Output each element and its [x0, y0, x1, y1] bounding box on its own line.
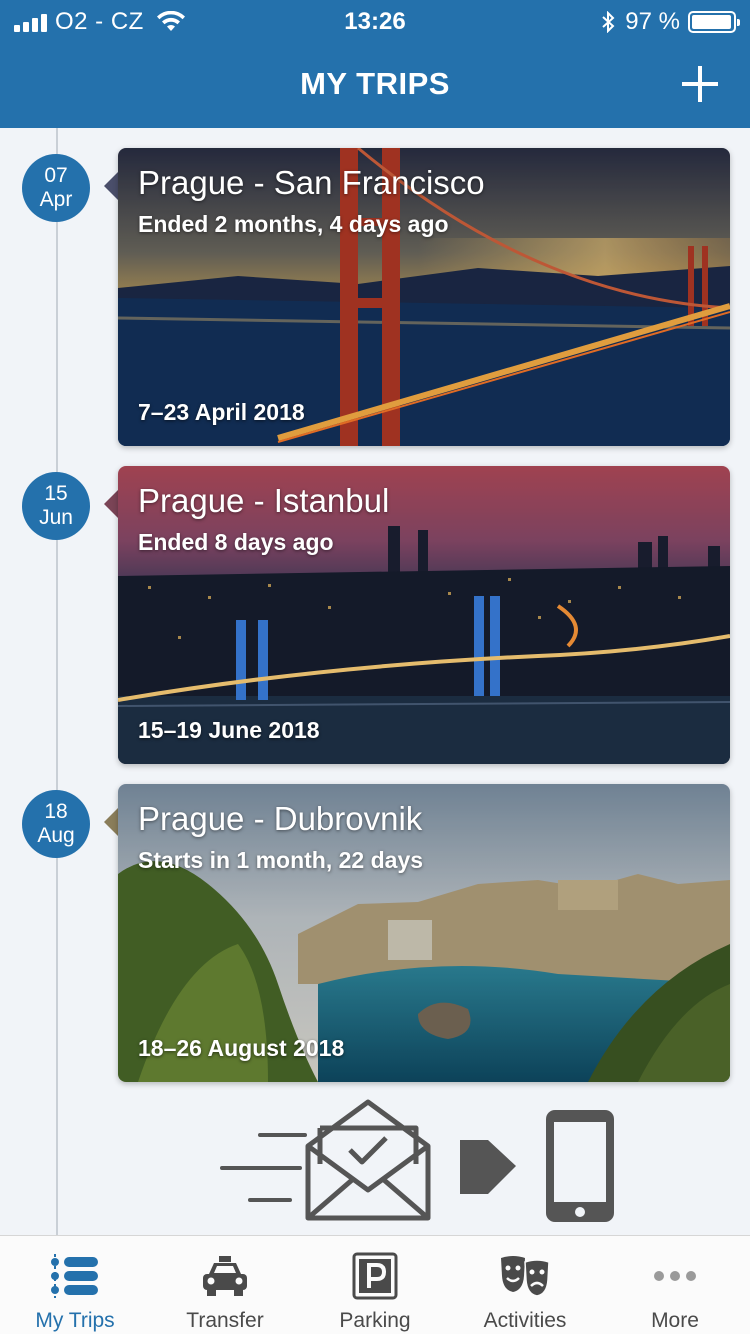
trip-title: Prague - Istanbul [138, 482, 390, 519]
status-bar: O2 - CZ 13:26 97 % [0, 0, 750, 40]
parking-icon [352, 1252, 398, 1300]
forward-email-illustration [220, 1099, 614, 1222]
status-right: 97 % [601, 8, 740, 36]
arrow-right-icon [460, 1140, 516, 1194]
tab-transfer[interactable]: Transfer [150, 1236, 300, 1334]
theater-masks-icon [501, 1256, 550, 1297]
tab-label: Parking [339, 1309, 411, 1332]
tab-label: My Trips [35, 1309, 115, 1332]
trip-date-month: Aug [37, 824, 75, 847]
battery-percent: 97 % [625, 8, 680, 35]
trip-date-day: 07 [44, 164, 68, 187]
trip-date-month: Jun [39, 506, 73, 529]
speed-lines-icon [220, 1133, 307, 1202]
tab-label: Activities [483, 1309, 567, 1332]
trip-card-dubrovnik[interactable]: Prague - Dubrovnik Starts in 1 month, 22… [118, 784, 730, 1082]
more-dots-icon [654, 1271, 696, 1281]
trip-title: Prague - Dubrovnik [138, 800, 423, 837]
trip-date-day: 15 [44, 482, 68, 505]
trip-date-month: Apr [39, 188, 73, 211]
bluetooth-icon [602, 11, 615, 33]
taxi-icon [203, 1256, 247, 1296]
trip-item: Prague - Istanbul Ended 8 days ago 15–19… [0, 466, 750, 764]
battery-icon [688, 11, 740, 33]
tab-more[interactable]: More [600, 1236, 750, 1334]
tab-bar: My Trips Transfer Parking Activities Mor… [0, 1235, 750, 1334]
envelope-icon [305, 1099, 431, 1221]
top-bar: O2 - CZ 13:26 97 % MY TRIPS [0, 0, 750, 128]
trip-date-badge: 15 Jun [22, 472, 90, 540]
trips-list[interactable]: Prague - San Francisco Ended 2 months, 4… [0, 128, 750, 1235]
add-trip-button[interactable] [678, 62, 722, 106]
trip-date-day: 18 [44, 800, 68, 823]
tab-activities[interactable]: Activities [450, 1236, 600, 1334]
smartphone-icon [546, 1110, 614, 1222]
timeline-list-icon [51, 1254, 98, 1298]
tab-my-trips[interactable]: My Trips [0, 1236, 150, 1334]
trip-card-istanbul[interactable]: Prague - Istanbul Ended 8 days ago 15–19… [118, 466, 730, 764]
trip-status: Starts in 1 month, 22 days [138, 847, 424, 873]
trip-status: Ended 8 days ago [138, 529, 334, 555]
trip-dates: 18–26 August 2018 [138, 1035, 345, 1061]
trip-dates: 7–23 April 2018 [138, 399, 305, 425]
tab-parking[interactable]: Parking [300, 1236, 450, 1334]
trip-date-badge: 07 Apr [22, 154, 90, 222]
trip-date-badge: 18 Aug [22, 790, 90, 858]
trip-dates: 15–19 June 2018 [138, 717, 320, 743]
plus-icon [682, 66, 718, 102]
trip-card-san-francisco[interactable]: Prague - San Francisco Ended 2 months, 4… [118, 148, 730, 446]
trip-item: Prague - San Francisco Ended 2 months, 4… [0, 148, 750, 446]
trip-item: Prague - Dubrovnik Starts in 1 month, 22… [0, 784, 750, 1082]
tab-label: More [651, 1309, 699, 1332]
page-title: MY TRIPS [300, 66, 450, 101]
battery-fill [692, 15, 731, 29]
trip-status: Ended 2 months, 4 days ago [138, 211, 449, 237]
trip-title: Prague - San Francisco [138, 164, 485, 201]
tab-label: Transfer [186, 1309, 264, 1332]
